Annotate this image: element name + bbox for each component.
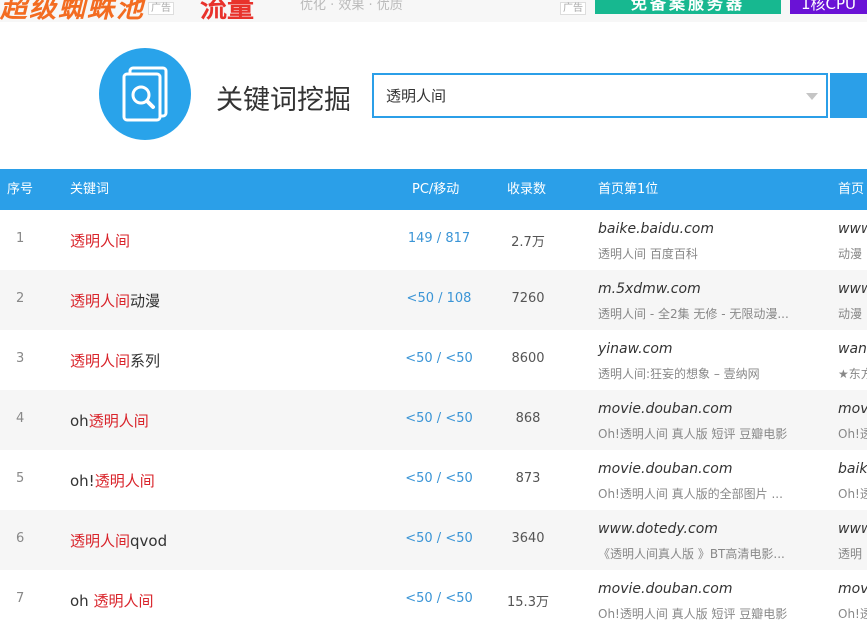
pc-mobile-value[interactable]: <50 / <50 <box>404 531 474 546</box>
keyword-link[interactable]: oh!透明人间 <box>70 470 155 491</box>
rank1-title[interactable]: Oh!透明人间 真人版的全部图片 ... <box>598 485 783 502</box>
rank1-title[interactable]: 《透明人间真人版 》BT高清电影... <box>598 545 785 562</box>
keyword-link[interactable]: 透明人间动漫 <box>70 290 160 311</box>
pc-mobile-value[interactable]: <50 / <50 <box>404 471 474 486</box>
search-button[interactable] <box>830 73 867 118</box>
rank1-domain[interactable]: movie.douban.com <box>598 581 732 597</box>
rank1-domain[interactable]: movie.douban.com <box>598 461 732 477</box>
document-search-icon <box>122 66 168 122</box>
table-row: 5 oh!透明人间 <50 / <50 873 movie.douban.com… <box>0 450 867 510</box>
row-index: 5 <box>16 471 25 486</box>
table-row: 2 透明人间动漫 <50 / 108 7260 m.5xdmw.com 透明人间… <box>0 270 867 330</box>
pc-mobile-value[interactable]: <50 / 108 <box>404 291 474 306</box>
ad-banner-green[interactable]: 免备案服务器 <box>595 0 781 14</box>
keyword-highlight: 透明人间 <box>93 592 154 610</box>
pc-mobile-value[interactable]: <50 / <50 <box>404 591 474 606</box>
pc-mobile-value[interactable]: <50 / <50 <box>404 411 474 426</box>
rank2-title[interactable]: Oh!透 <box>838 485 867 502</box>
rank2-title[interactable]: 动漫 <box>838 305 862 322</box>
rank1-title[interactable]: 透明人间 百度百科 <box>598 245 698 262</box>
keyword-highlight: 透明人间 <box>70 532 131 550</box>
table-row: 7 oh 透明人间 <50 / <50 15.3万 movie.douban.c… <box>0 570 867 621</box>
header-index: 序号 <box>7 182 34 197</box>
header-rank-1: 首页第1位 <box>598 182 659 197</box>
rank2-title[interactable]: Oh!透 <box>838 605 867 622</box>
ad-text[interactable]: 优化 · 效果 · 优质 <box>300 0 403 13</box>
keyword-prefix: oh <box>70 412 89 430</box>
rank2-title[interactable]: 动漫 <box>838 245 862 262</box>
rank2-title[interactable]: Oh!透 <box>838 425 867 442</box>
keyword-link[interactable]: oh 透明人间 <box>70 590 153 611</box>
keyword-highlight: 透明人间 <box>94 472 155 490</box>
table-header: 序号 关键词 PC/移动 收录数 首页第1位 首页 <box>0 169 867 210</box>
index-count: 7260 <box>511 291 545 306</box>
ad-strip: 超级蜘蛛池 广告 流量 优化 · 效果 · 优质 广告 免备案服务器 1核CPU <box>0 0 867 22</box>
page-title: 关键词挖掘 <box>216 85 351 116</box>
ad-tag: 广告 <box>148 2 174 15</box>
table-row: 6 透明人间qvod <50 / <50 3640 www.dotedy.com… <box>0 510 867 570</box>
rank1-title[interactable]: 透明人间 - 全2集 无修 - 无限动漫... <box>598 305 789 322</box>
keyword-link[interactable]: oh透明人间 <box>70 410 149 431</box>
row-index: 7 <box>16 591 25 606</box>
index-count: 8600 <box>511 351 545 366</box>
row-index: 1 <box>16 231 25 246</box>
search-input[interactable] <box>386 75 786 116</box>
keyword-highlight: 透明人间 <box>70 232 131 250</box>
index-count: 2.7万 <box>511 235 545 250</box>
rank1-domain[interactable]: m.5xdmw.com <box>598 281 701 297</box>
pc-mobile-value[interactable]: 149 / 817 <box>404 231 474 246</box>
rank1-title[interactable]: Oh!透明人间 真人版 短评 豆瓣电影 <box>598 605 787 622</box>
rank1-title[interactable]: 透明人间:狂妄的想象 – 壹纳网 <box>598 365 760 382</box>
ad-logo[interactable]: 超级蜘蛛池 <box>0 0 145 22</box>
header-rank-2: 首页 <box>838 182 865 197</box>
chevron-down-icon[interactable] <box>806 93 818 100</box>
rank2-title[interactable]: ★东方 <box>838 365 867 382</box>
rank2-domain[interactable]: baik <box>838 461 867 477</box>
index-count: 873 <box>515 471 541 486</box>
row-index: 4 <box>16 411 25 426</box>
table-row: 3 透明人间系列 <50 / <50 8600 yinaw.com 透明人间:狂… <box>0 330 867 390</box>
header-keyword: 关键词 <box>70 182 110 197</box>
keyword-link[interactable]: 透明人间系列 <box>70 350 160 371</box>
rank2-domain[interactable]: mov <box>838 581 867 597</box>
index-count: 15.3万 <box>507 595 549 610</box>
rank2-title[interactable]: 透明 <box>838 545 862 562</box>
row-index: 2 <box>16 291 25 306</box>
index-count: 868 <box>515 411 541 426</box>
rank1-domain[interactable]: movie.douban.com <box>598 401 732 417</box>
keyword-highlight: 透明人间 <box>70 292 131 310</box>
keyword-suffix: 动漫 <box>130 292 161 310</box>
row-index: 6 <box>16 531 25 546</box>
rank2-domain[interactable]: www <box>838 221 867 237</box>
header-pc-mobile[interactable]: PC/移动 <box>412 169 459 210</box>
keyword-highlight: 透明人间 <box>70 352 131 370</box>
keyword-link[interactable]: 透明人间qvod <box>70 530 167 551</box>
rank1-domain[interactable]: baike.baidu.com <box>598 221 714 237</box>
row-index: 3 <box>16 351 25 366</box>
rank1-domain[interactable]: yinaw.com <box>598 341 673 357</box>
rank1-title[interactable]: Oh!透明人间 真人版 短评 豆瓣电影 <box>598 425 787 442</box>
index-count: 3640 <box>511 531 545 546</box>
table-row: 4 oh透明人间 <50 / <50 868 movie.douban.com … <box>0 390 867 450</box>
ad-banner-purple[interactable]: 1核CPU <box>790 0 867 14</box>
header-index-count[interactable]: 收录数 <box>507 169 546 210</box>
rank2-domain[interactable]: mov <box>838 401 867 417</box>
keyword-prefix: oh! <box>70 472 95 490</box>
rank2-domain[interactable]: www <box>838 281 867 297</box>
keyword-highlight: 透明人间 <box>88 412 149 430</box>
ad-logo-2[interactable]: 流量 <box>200 0 254 22</box>
table-row: 1 透明人间 149 / 817 2.7万 baike.baidu.com 透明… <box>0 210 867 270</box>
keyword-link[interactable]: 透明人间 <box>70 230 130 251</box>
ad-tag: 广告 <box>560 2 586 15</box>
pc-mobile-value[interactable]: <50 / <50 <box>404 351 474 366</box>
rank2-domain[interactable]: www <box>838 521 867 537</box>
keyword-prefix: oh <box>70 592 94 610</box>
rank2-domain[interactable]: wan <box>838 341 867 357</box>
keyword-suffix: qvod <box>130 532 168 550</box>
rank1-domain[interactable]: www.dotedy.com <box>598 521 718 537</box>
keyword-suffix: 系列 <box>130 352 161 370</box>
keyword-tool-logo <box>99 48 191 140</box>
search-box <box>372 73 828 118</box>
